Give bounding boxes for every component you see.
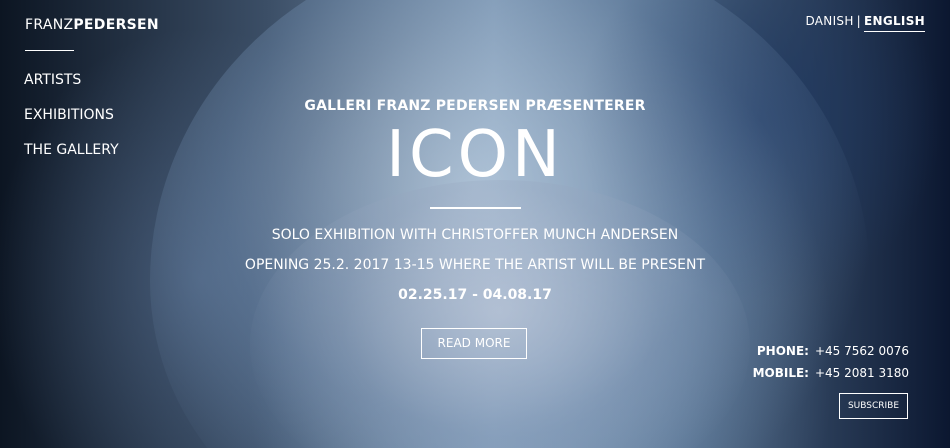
logo-text-light: FRANZ — [25, 17, 74, 33]
phone-number[interactable]: +45 7562 0076 — [815, 344, 909, 358]
read-more-button[interactable]: READ MORE — [421, 328, 527, 359]
exhibition-title: ICON — [386, 118, 564, 192]
exhibition-dates: 02.25.17 - 04.08.17 — [398, 287, 552, 303]
subscribe-button[interactable]: SUBSCRIBE — [839, 393, 908, 419]
phone-row: PHONE: +45 7562 0076 — [753, 344, 909, 358]
language-switcher: DANISH | ENGLISH — [805, 14, 925, 32]
mobile-row: MOBILE: +45 2081 3180 — [753, 366, 909, 380]
exhibition-subtitle: SOLO EXHIBITION WITH CHRISTOFFER MUNCH A… — [271, 227, 679, 243]
title-divider — [430, 207, 521, 209]
lang-separator: | — [856, 14, 861, 28]
lang-danish[interactable]: DANISH — [805, 14, 853, 28]
contact-info: PHONE: +45 7562 0076 MOBILE: +45 2081 3180 — [753, 344, 909, 388]
nav-item-artists[interactable]: ARTISTS — [24, 72, 119, 89]
logo-divider — [25, 50, 74, 51]
logo-text-bold: PEDERSEN — [73, 17, 159, 33]
mobile-number[interactable]: +45 2081 3180 — [815, 366, 909, 380]
presents-heading: GALLERI FRANZ PEDERSEN PRÆSENTERER — [304, 98, 646, 114]
phone-label: PHONE: — [756, 344, 809, 358]
logo[interactable]: FRANZPEDERSEN — [25, 17, 159, 33]
lang-english[interactable]: ENGLISH — [864, 14, 925, 32]
opening-info: OPENING 25.2. 2017 13-15 WHERE THE ARTIS… — [244, 257, 706, 273]
mobile-label: MOBILE: — [752, 366, 809, 380]
